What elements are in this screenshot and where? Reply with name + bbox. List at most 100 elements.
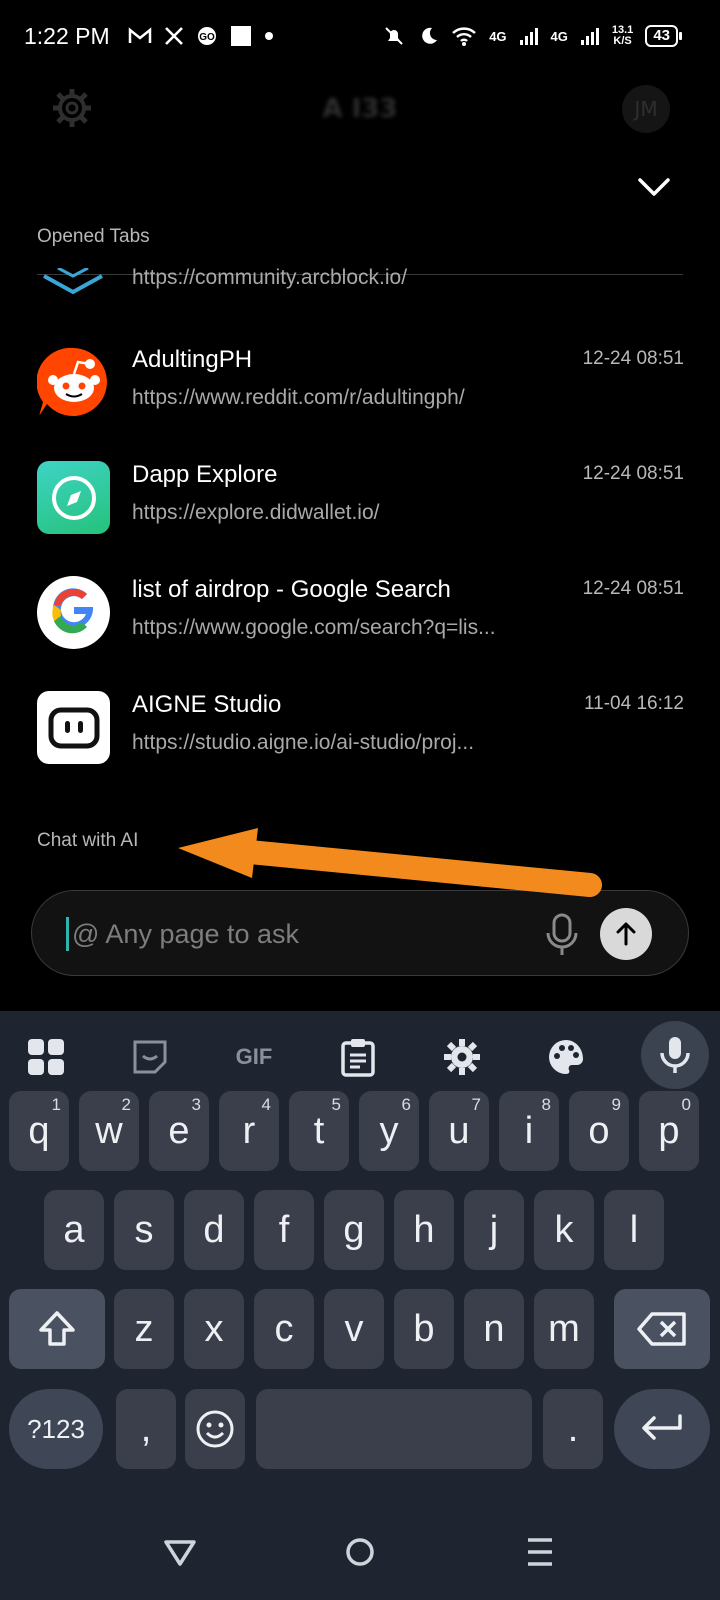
key-x[interactable]: x [184, 1289, 244, 1369]
key-v[interactable]: v [324, 1289, 384, 1369]
text-caret [66, 917, 69, 951]
key-t[interactable]: t5 [289, 1091, 349, 1171]
chat-input-box[interactable] [31, 890, 689, 976]
key-j[interactable]: j [464, 1190, 524, 1270]
battery-indicator: 43 [645, 25, 682, 47]
arcblock-icon [43, 268, 103, 295]
key-number-hint: 2 [121, 1095, 131, 1114]
key-u[interactable]: u7 [429, 1091, 489, 1171]
key-g[interactable]: g [324, 1190, 384, 1270]
key-r[interactable]: r4 [219, 1091, 279, 1171]
voice-input-button[interactable] [641, 1021, 709, 1089]
mute-bell-icon [385, 27, 403, 45]
sticker-icon[interactable] [122, 1029, 178, 1085]
network-label-1: 4G [489, 28, 507, 44]
key-l[interactable]: l [604, 1190, 664, 1270]
tab-url: https://www.reddit.com/r/adultingph/ [132, 386, 465, 409]
microphone-icon[interactable] [540, 911, 584, 957]
key-h[interactable]: h [394, 1190, 454, 1270]
cookie-icon: GO [197, 27, 216, 45]
recents-menu-icon[interactable] [520, 1532, 560, 1572]
key-d[interactable]: d [184, 1190, 244, 1270]
key-o[interactable]: o9 [569, 1091, 629, 1171]
emoji-icon [196, 1410, 234, 1448]
comma-key[interactable]: , [116, 1389, 176, 1469]
reddit-icon [37, 346, 110, 419]
avatar[interactable]: JM [622, 85, 670, 133]
key-q[interactable]: q1 [9, 1091, 69, 1171]
tab-item[interactable]: Dapp Explore https://explore.didwallet.i… [0, 449, 720, 549]
notification-icons: GO [128, 25, 274, 47]
tab-title: AIGNE Studio [132, 691, 282, 718]
signal-icon [519, 28, 538, 45]
tab-item-partial[interactable]: https://community.arcblock.io/ [0, 240, 720, 300]
system-icons: 4G 4G 13.1 K/S 43 [383, 0, 682, 72]
key-number-hint: 7 [471, 1095, 481, 1114]
google-icon [37, 576, 110, 649]
key-number-hint: 6 [401, 1095, 411, 1114]
key-m[interactable]: m [534, 1289, 594, 1369]
key-letter: p [658, 1109, 680, 1152]
backspace-key[interactable] [614, 1289, 710, 1369]
key-letter: t [313, 1109, 325, 1152]
key-w[interactable]: w2 [79, 1091, 139, 1171]
send-button[interactable] [600, 908, 652, 960]
app-header: A I33 JM [0, 72, 720, 148]
key-p[interactable]: p0 [639, 1091, 699, 1171]
tab-url: https://community.arcblock.io/ [132, 266, 408, 289]
tab-item[interactable]: list of airdrop - Google Search https://… [0, 564, 720, 664]
tab-item[interactable]: AdultingPH https://www.reddit.com/r/adul… [0, 334, 720, 434]
key-letter: o [588, 1109, 610, 1152]
chat-input[interactable] [72, 909, 492, 959]
network-label-2: 4G [550, 28, 568, 44]
key-letter: u [448, 1109, 470, 1152]
tab-time: 12-24 08:51 [582, 463, 684, 484]
key-number-hint: 5 [331, 1095, 341, 1114]
tab-time: 12-24 08:51 [582, 578, 684, 599]
chevron-down-icon[interactable] [636, 172, 672, 202]
key-i[interactable]: i8 [499, 1091, 559, 1171]
palette-icon[interactable] [538, 1029, 594, 1085]
keyboard-toolbar: GIF [0, 1011, 720, 1099]
enter-key[interactable] [614, 1389, 710, 1469]
moon-icon [422, 27, 438, 44]
symbols-key[interactable]: ?123 [9, 1389, 103, 1469]
emoji-key[interactable] [185, 1389, 245, 1469]
key-y[interactable]: y6 [359, 1091, 419, 1171]
svg-text:GO: GO [199, 32, 215, 43]
tab-item[interactable]: AIGNE Studio https://studio.aigne.io/ai-… [0, 679, 720, 779]
space-key[interactable] [256, 1389, 532, 1469]
key-b[interactable]: b [394, 1289, 454, 1369]
key-letter: w [95, 1109, 123, 1152]
key-c[interactable]: c [254, 1289, 314, 1369]
shift-key[interactable] [9, 1289, 105, 1369]
key-z[interactable]: z [114, 1289, 174, 1369]
gif-button[interactable]: GIF [226, 1029, 282, 1085]
settings-gear-icon[interactable] [434, 1029, 490, 1085]
app-title: A I33 [322, 94, 398, 124]
period-key[interactable]: . [543, 1389, 603, 1469]
clipboard-icon[interactable] [330, 1029, 386, 1085]
key-f[interactable]: f [254, 1190, 314, 1270]
key-n[interactable]: n [464, 1289, 524, 1369]
key-number-hint: 9 [611, 1095, 621, 1114]
network-speed: 13.1 K/S [611, 24, 634, 47]
aigne-icon [37, 691, 110, 764]
key-e[interactable]: e3 [149, 1091, 209, 1171]
key-s[interactable]: s [114, 1190, 174, 1270]
arrow-up-icon [616, 922, 636, 946]
signal-icon [580, 28, 599, 45]
key-k[interactable]: k [534, 1190, 594, 1270]
enter-arrow-icon [642, 1414, 682, 1440]
status-bar: 1:22 PM GO 4G 4G 13.1 K/S 43 [0, 0, 720, 72]
tab-title: list of airdrop - Google Search [132, 576, 451, 603]
key-number-hint: 8 [541, 1095, 551, 1114]
key-letter: y [379, 1109, 399, 1152]
back-triangle-icon[interactable] [160, 1532, 200, 1572]
apps-grid-icon[interactable] [18, 1029, 74, 1085]
tab-url: https://explore.didwallet.io/ [132, 501, 380, 524]
home-circle-icon[interactable] [340, 1532, 380, 1572]
chat-with-ai-label: Chat with AI [37, 830, 139, 851]
key-a[interactable]: a [44, 1190, 104, 1270]
key-letter: r [242, 1109, 256, 1152]
